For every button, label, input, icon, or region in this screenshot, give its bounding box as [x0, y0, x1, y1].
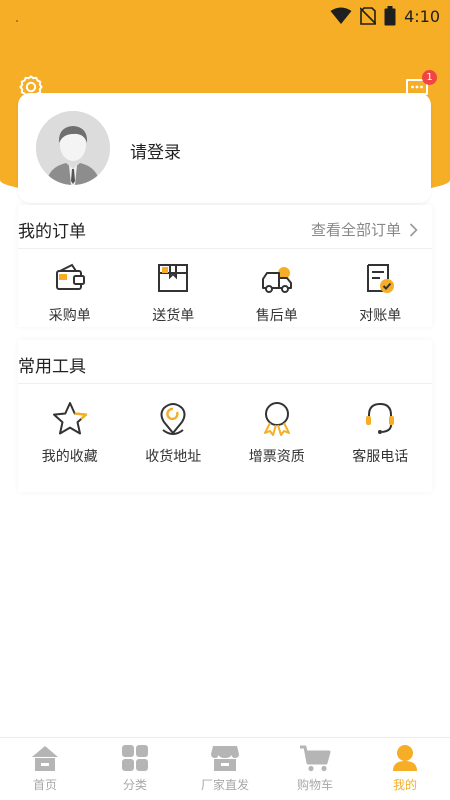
order-item-after-sales[interactable]: 售后单 [225, 261, 329, 325]
cart-icon [300, 745, 331, 772]
location-pin-icon [160, 403, 186, 435]
tab-cart[interactable]: 购物车 [270, 738, 360, 800]
tool-item-address[interactable]: 收货地址 [122, 400, 226, 466]
status-notification-dot [16, 20, 18, 22]
order-item-delivery[interactable]: 送货单 [122, 261, 226, 325]
tab-label: 首页 [32, 778, 57, 792]
tab-label: 厂家直发 [200, 778, 249, 792]
tool-item-label: 增票资质 [248, 449, 305, 465]
tools-title: 常用工具 [18, 357, 86, 377]
login-link[interactable]: 请登录 [130, 138, 181, 163]
orders-header: 我的订单 查看全部订单 [18, 205, 432, 249]
bottom-tab-bar: 首页 分类 厂家直发 购物车 我的 [0, 737, 450, 800]
view-all-orders-label: 查看全部订单 [310, 221, 401, 239]
statement-icon [367, 264, 395, 293]
order-item-label: 送货单 [152, 308, 195, 324]
profile-card[interactable]: 请登录 [18, 93, 431, 203]
store-icon [211, 746, 239, 771]
tab-label: 购物车 [296, 778, 333, 792]
tool-item-favorites[interactable]: 我的收藏 [18, 400, 122, 466]
tool-item-invoice[interactable]: 增票资质 [225, 400, 329, 466]
status-bar: 4:10 [0, 0, 450, 32]
tool-item-label: 收货地址 [145, 449, 202, 465]
tools-header: 常用工具 [18, 340, 432, 384]
headset-icon [366, 402, 395, 434]
award-icon [263, 402, 290, 436]
after-sales-icon [261, 267, 292, 293]
tab-category[interactable]: 分类 [90, 738, 180, 800]
tab-label: 我的 [392, 778, 417, 792]
order-item-purchase[interactable]: 采购单 [18, 261, 122, 325]
default-avatar-icon [36, 111, 110, 185]
home-icon [32, 746, 58, 771]
order-item-label: 对账单 [359, 308, 402, 324]
battery-icon [384, 6, 396, 26]
order-item-label: 售后单 [255, 308, 298, 324]
tab-mine[interactable]: 我的 [360, 738, 450, 800]
order-item-statement[interactable]: 对账单 [329, 261, 433, 325]
profile-icon [393, 745, 417, 771]
no-sim-icon [360, 7, 377, 25]
star-icon [52, 402, 87, 435]
purchase-order-icon [55, 263, 85, 290]
orders-card: 我的订单 查看全部订单 采购单 送货单 售后单 对账单 [18, 205, 432, 327]
order-item-label: 采购单 [48, 308, 91, 324]
status-icons: 4:10 [330, 6, 440, 26]
tool-item-label: 我的收藏 [41, 449, 98, 465]
view-all-orders-link[interactable]: 查看全部订单 [311, 219, 418, 240]
tool-item-label: 客服电话 [352, 449, 409, 465]
orders-title: 我的订单 [18, 222, 86, 242]
tools-card: 常用工具 我的收藏 收货地址 增票资质 客服电话 [18, 340, 432, 492]
wifi-icon [330, 7, 352, 24]
tab-factory-direct[interactable]: 厂家直发 [180, 738, 270, 800]
tool-item-service[interactable]: 客服电话 [329, 400, 433, 466]
message-count-badge: 1 [422, 70, 437, 85]
tab-home[interactable]: 首页 [0, 738, 90, 800]
delivery-order-icon [158, 264, 189, 292]
category-icon [122, 745, 148, 771]
avatar[interactable] [36, 111, 110, 185]
chevron-right-icon [409, 222, 418, 237]
tab-label: 分类 [122, 778, 147, 792]
status-time: 4:10 [404, 6, 440, 26]
